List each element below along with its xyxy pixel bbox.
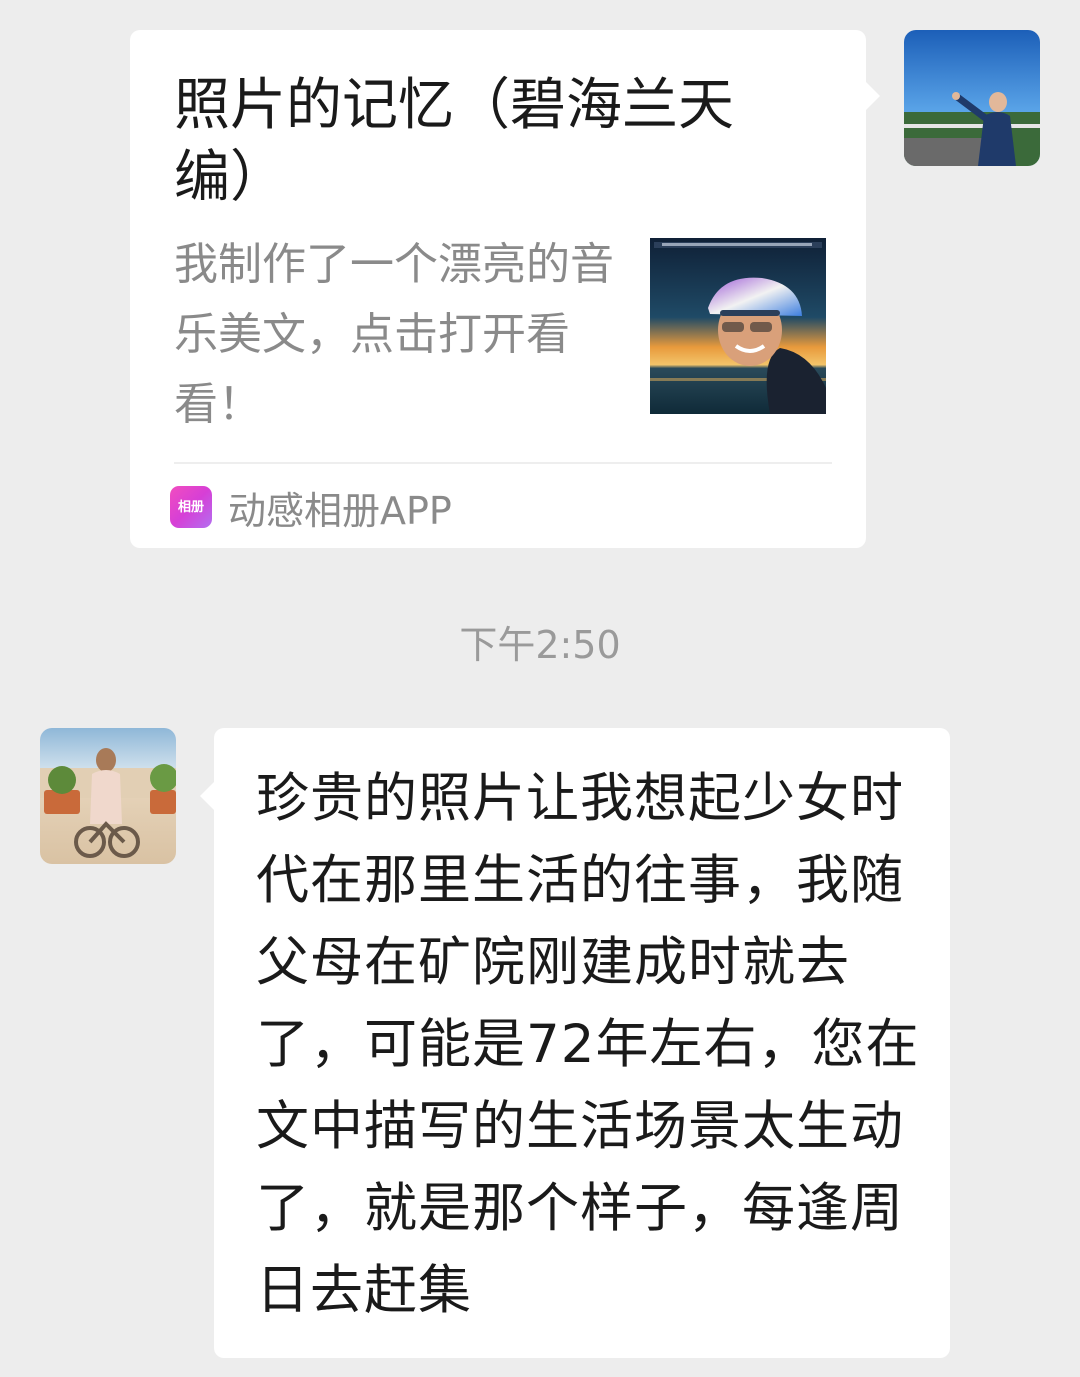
music-article-link-card[interactable]: 照片的记忆（碧海兰天编） 我制作了一个漂亮的音乐美文，点击打开看看！ 相册 动感… <box>130 30 880 548</box>
card-thumbnail <box>650 238 826 414</box>
message-timestamp: 下午2:50 <box>459 623 621 667</box>
card-divider <box>174 462 832 464</box>
received-message-text: 珍贵的照片让我想起少女时代在那里生活的往事，我随父母在矿院刚建成时就去了，可能是… <box>256 768 920 1321</box>
avatar-self-image <box>904 30 1040 166</box>
avatar-contact-image <box>40 728 176 864</box>
source-app-name: 动感相册APP <box>228 488 452 533</box>
received-message-bubble[interactable]: 珍贵的照片让我想起少女时代在那里生活的往事，我随父母在矿院刚建成时就去了，可能是… <box>200 728 950 1358</box>
avatar-contact[interactable] <box>40 728 176 864</box>
avatar-self[interactable] <box>904 30 1040 166</box>
card-source[interactable]: 相册 动感相册APP <box>170 482 452 533</box>
card-description: 我制作了一个漂亮的音乐美文，点击打开看看！ <box>174 239 614 430</box>
card-title: 照片的记忆（碧海兰天编） <box>174 73 734 210</box>
photo-album-app-icon: 相册 <box>170 486 212 528</box>
